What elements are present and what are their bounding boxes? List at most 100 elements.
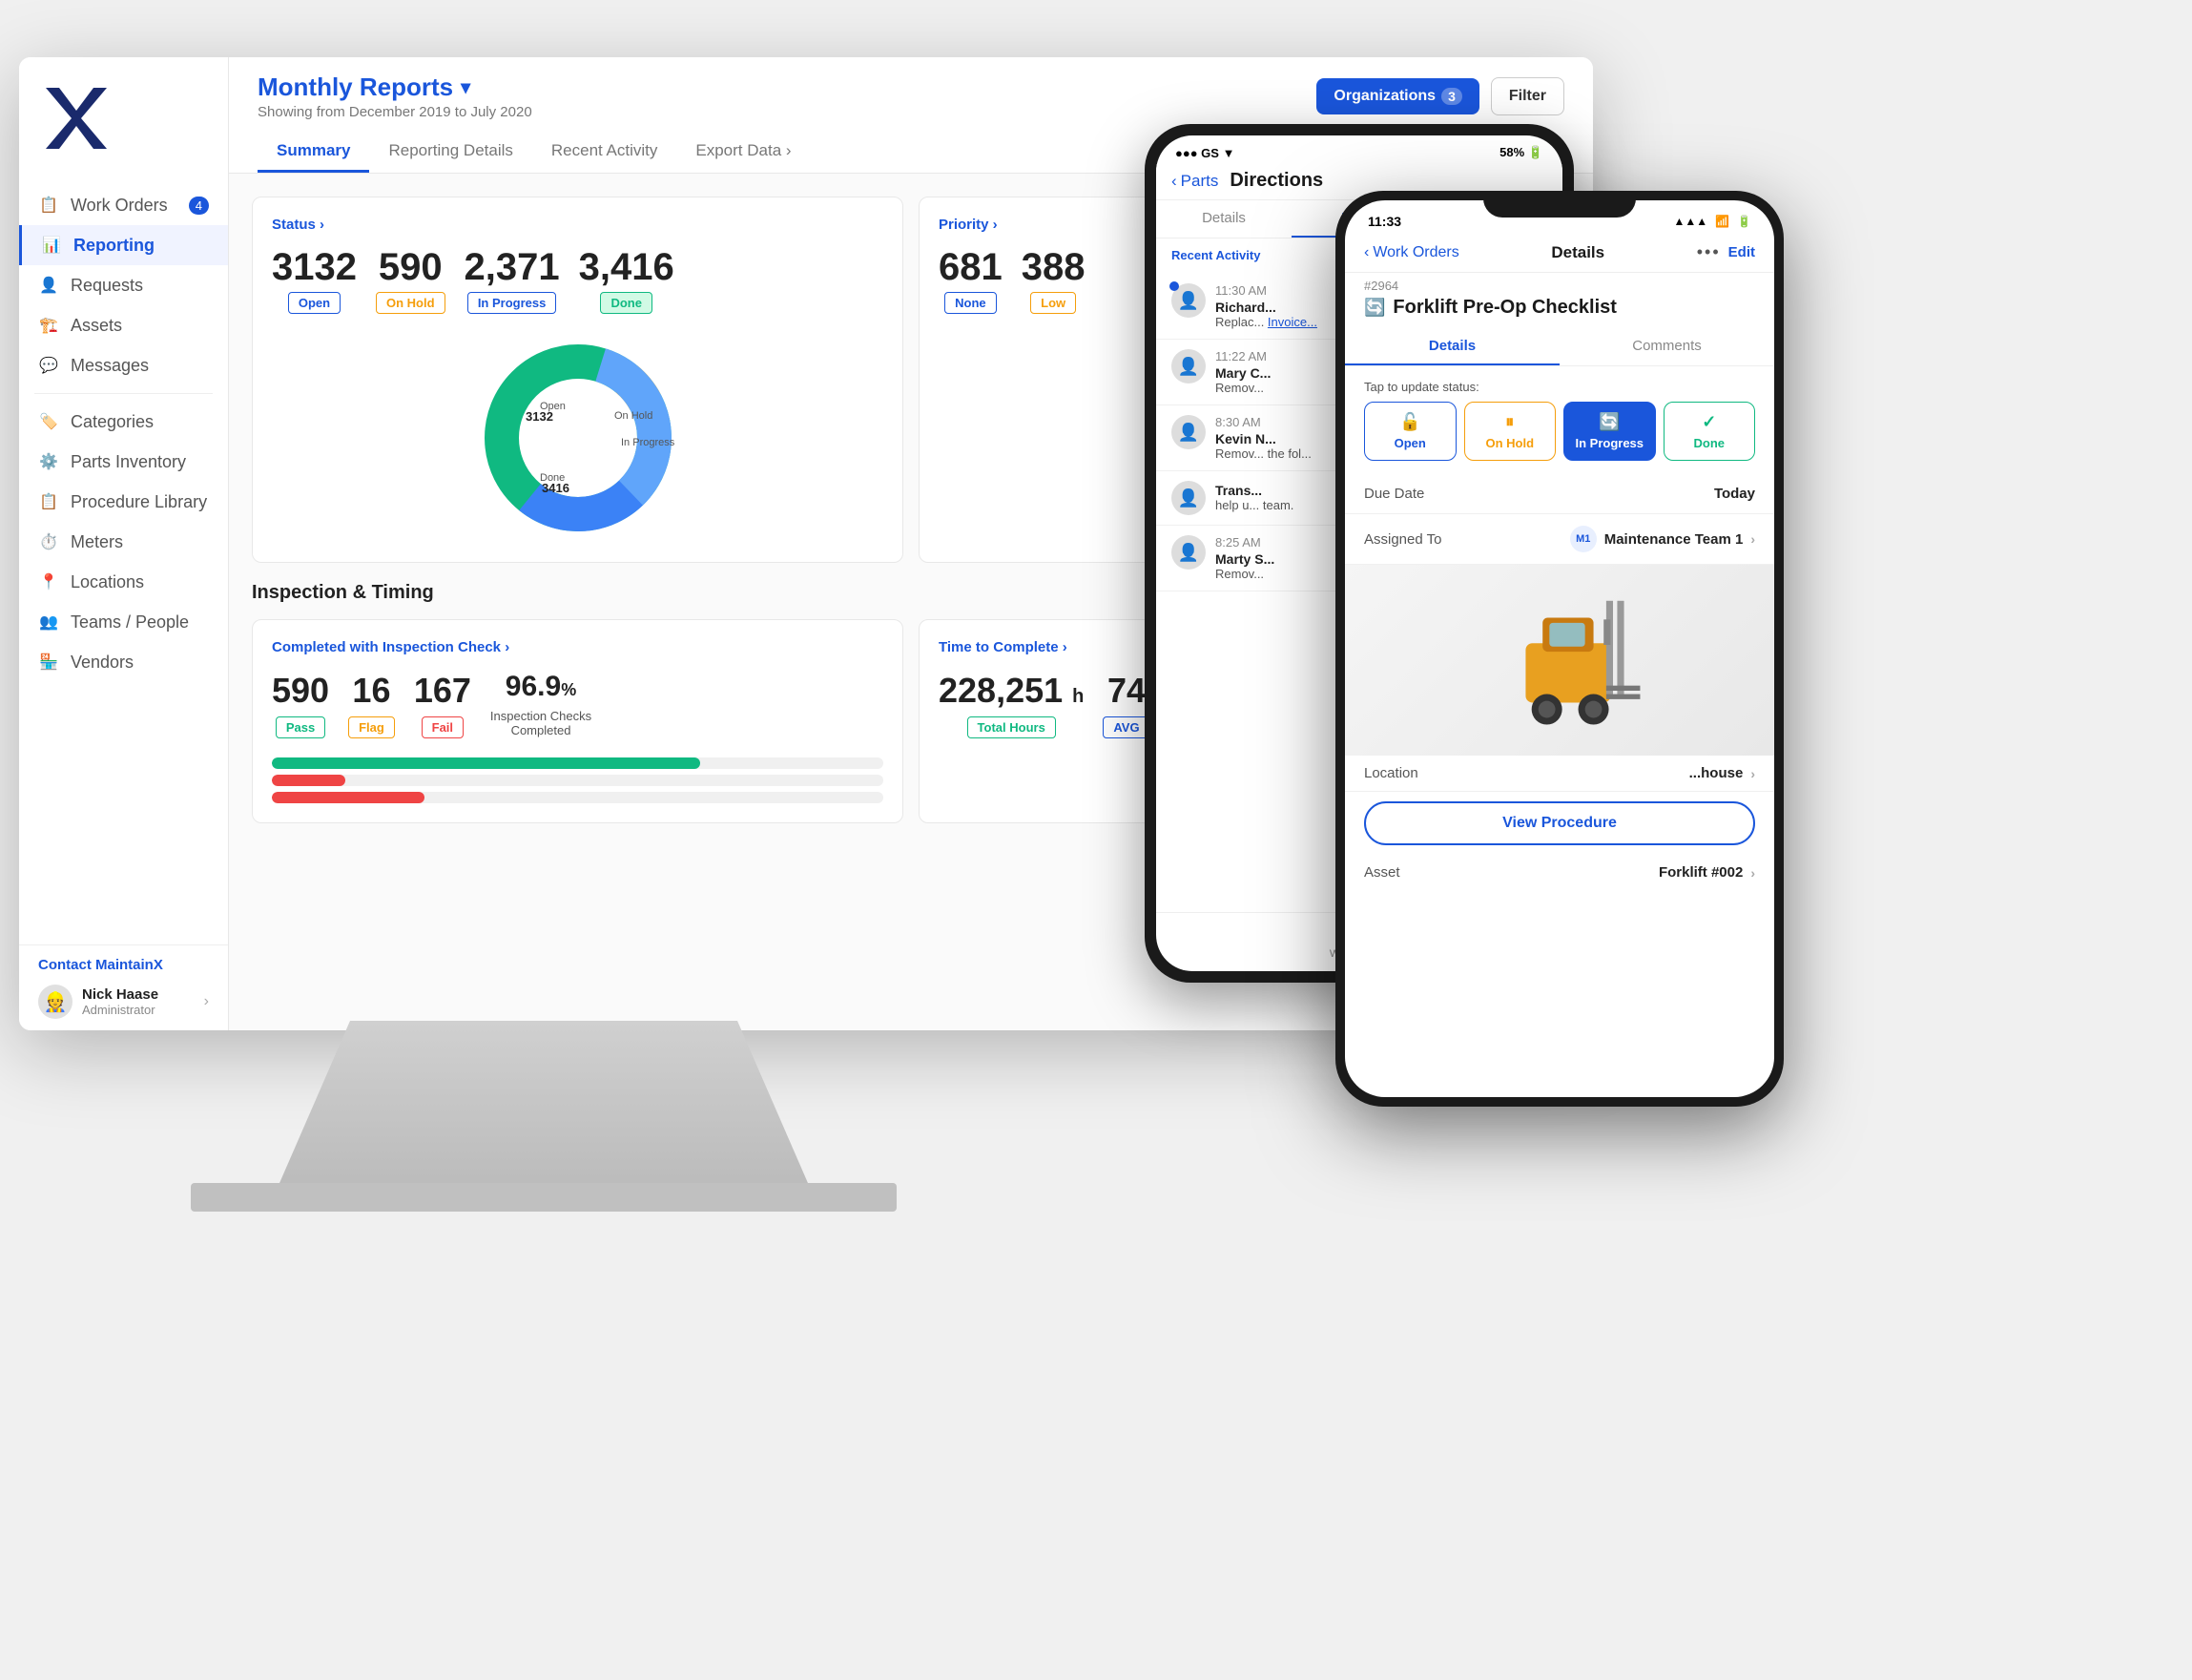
- report-title: Monthly Reports ▾: [258, 73, 532, 102]
- sidebar-item-work-orders[interactable]: 📋 Work Orders 4: [19, 185, 228, 225]
- badge-fail: Fail: [422, 716, 464, 738]
- rotate-icon: 🔄: [1599, 412, 1620, 432]
- pf-assigned-row[interactable]: Assigned To M1 Maintenance Team 1 ›: [1345, 514, 1774, 565]
- stat-fail-num: 167: [414, 671, 471, 711]
- pf-tabs: Details Comments: [1345, 328, 1774, 366]
- sidebar-item-vendors[interactable]: 🏪 Vendors: [19, 642, 228, 682]
- pf-asset-row[interactable]: Asset Forklift #002 ›: [1345, 855, 1774, 890]
- pf-status-btn-onhold[interactable]: ⏸ On Hold: [1464, 402, 1557, 461]
- avatar: 👤: [1171, 283, 1206, 318]
- pf-content: #2964 🔄 Forklift Pre-Op Checklist Detail…: [1345, 273, 1774, 1097]
- contact-label[interactable]: Contact MaintainX: [38, 957, 209, 973]
- phone-back-battery: 58% 🔋: [1499, 145, 1543, 160]
- phone-back-page-title: Directions: [1230, 170, 1323, 192]
- bar-fill-pass: [272, 757, 700, 769]
- pf-status-btn-done[interactable]: ✓ Done: [1664, 402, 1756, 461]
- status-stats-row: 3132 Open 590 On Hold 2,371 In Progress: [272, 248, 883, 314]
- phone-back-tab-details[interactable]: Details: [1156, 200, 1292, 238]
- stat-low: 388 Low: [1022, 248, 1086, 314]
- tab-summary[interactable]: Summary: [258, 132, 369, 173]
- teams-icon: 👥: [38, 612, 59, 633]
- chevron-right-icon: ›: [204, 993, 209, 1010]
- sidebar-item-categories[interactable]: 🏷️ Categories: [19, 402, 228, 442]
- tab-reporting-details[interactable]: Reporting Details: [369, 132, 531, 173]
- checks-label: Inspection ChecksCompleted: [490, 709, 591, 737]
- bar-fill-flag: [272, 775, 345, 786]
- pf-back-label: Work Orders: [1373, 244, 1458, 261]
- sidebar-item-assets[interactable]: 🏗️ Assets: [19, 305, 228, 345]
- badge-none: None: [944, 292, 997, 314]
- pf-wo-number: #2964: [1345, 273, 1774, 293]
- view-procedure-button[interactable]: View Procedure: [1364, 801, 1755, 845]
- filter-button[interactable]: Filter: [1491, 77, 1564, 115]
- sidebar-item-reporting[interactable]: 📊 Reporting: [19, 225, 228, 265]
- refresh-icon: 🔄: [1364, 298, 1385, 318]
- sidebar-item-requests[interactable]: 👤 Requests: [19, 265, 228, 305]
- sidebar-item-procedure-library[interactable]: 📋 Procedure Library: [19, 482, 228, 522]
- stat-number-done: 3,416: [579, 248, 674, 286]
- sidebar-nav: 📋 Work Orders 4 📊 Reporting 👤 Requests 🏗…: [19, 176, 228, 944]
- pf-status-update-label: Tap to update status:: [1345, 366, 1774, 402]
- sidebar-item-locations[interactable]: 📍 Locations: [19, 562, 228, 602]
- sidebar-item-label: Categories: [71, 412, 154, 432]
- phone-back-back-btn[interactable]: ‹ Parts: [1171, 172, 1218, 191]
- stat-none: 681 None: [939, 248, 1003, 314]
- inspection-check-title[interactable]: Completed with Inspection Check ›: [272, 639, 883, 655]
- sidebar-item-teams-people[interactable]: 👥 Teams / People: [19, 602, 228, 642]
- pf-location-row[interactable]: Location ...house ›: [1345, 756, 1774, 792]
- pf-back-button[interactable]: ‹ Work Orders: [1364, 244, 1459, 261]
- contact-section: Contact MaintainX 👷 Nick Haase Administr…: [19, 944, 228, 1030]
- sidebar-item-parts-inventory[interactable]: ⚙️ Parts Inventory: [19, 442, 228, 482]
- user-row[interactable]: 👷 Nick Haase Administrator ›: [38, 985, 209, 1019]
- parts-icon: ⚙️: [38, 451, 59, 472]
- sidebar: 📋 Work Orders 4 📊 Reporting 👤 Requests 🏗…: [19, 57, 229, 1030]
- lock-open-icon: 🔓: [1399, 412, 1420, 432]
- stat-flag-num: 16: [352, 671, 390, 711]
- pf-edit-button[interactable]: Edit: [1728, 244, 1755, 260]
- phone-front: 11:33 ▲▲▲ 📶 🔋 ‹ Work Orders Details ••• …: [1335, 191, 1784, 1107]
- pf-tab-comments[interactable]: Comments: [1560, 328, 1774, 365]
- badge-inprogress: In Progress: [467, 292, 557, 314]
- battery-icon: 🔋: [1737, 215, 1751, 228]
- badge-onhold: On Hold: [376, 292, 445, 314]
- pause-icon: ⏸: [1505, 412, 1514, 432]
- tab-recent-activity[interactable]: Recent Activity: [532, 132, 677, 173]
- header-actions: Organizations 3 Filter: [1316, 77, 1564, 115]
- work-orders-badge: 4: [189, 197, 209, 215]
- status-section-title[interactable]: Status ›: [272, 217, 883, 233]
- sidebar-item-label: Locations: [71, 572, 144, 592]
- activity-dot: [1169, 281, 1179, 291]
- sidebar-item-messages[interactable]: 💬 Messages: [19, 345, 228, 385]
- sidebar-item-label: Work Orders: [71, 196, 168, 216]
- sidebar-item-meters[interactable]: ⏱️ Meters: [19, 522, 228, 562]
- sidebar-item-label: Requests: [71, 276, 143, 296]
- stat-number-inprogress: 2,371: [465, 248, 560, 286]
- pf-status-btn-open[interactable]: 🔓 Open: [1364, 402, 1457, 461]
- report-subtitle: Showing from December 2019 to July 2020: [258, 104, 532, 120]
- dropdown-chevron-icon: ▾: [461, 75, 470, 99]
- logo-area: [19, 57, 228, 176]
- pf-due-date-row: Due Date Today: [1345, 474, 1774, 514]
- checkmark-icon: ✓: [1702, 412, 1716, 432]
- activity-link[interactable]: Invoice...: [1268, 315, 1317, 329]
- badge-avg: AVG: [1103, 716, 1149, 738]
- svg-text:3132: 3132: [526, 409, 553, 424]
- pf-status-icons: ▲▲▲ 📶 🔋: [1673, 215, 1751, 228]
- pf-status-btn-inprogress[interactable]: 🔄 In Progress: [1563, 402, 1656, 461]
- stat-onhold: 590 On Hold: [376, 248, 445, 314]
- locations-icon: 📍: [38, 571, 59, 592]
- messages-icon: 💬: [38, 355, 59, 376]
- pf-asset-value: Forklift #002 ›: [1659, 864, 1755, 881]
- bar-flag: [272, 775, 883, 786]
- tab-export-data[interactable]: Export Data ›: [676, 132, 810, 173]
- avg-num: 74: [1107, 671, 1146, 711]
- organizations-button[interactable]: Organizations 3: [1316, 78, 1479, 114]
- pf-status-btn-open-label: Open: [1395, 436, 1426, 450]
- stat-fail: 167 Fail: [414, 671, 471, 738]
- pf-tab-details[interactable]: Details: [1345, 328, 1560, 365]
- sidebar-item-label: Messages: [71, 356, 149, 376]
- wifi-icon: 📶: [1715, 215, 1729, 228]
- pf-title: Details: [1551, 243, 1604, 262]
- pf-more-button[interactable]: •••: [1697, 242, 1721, 262]
- pf-status-btn-inprogress-label: In Progress: [1575, 436, 1644, 450]
